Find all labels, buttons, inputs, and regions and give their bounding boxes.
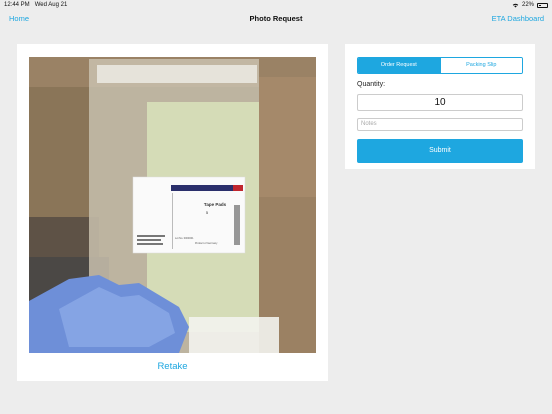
battery-icon (537, 2, 548, 8)
request-type-segmented-control: Order Request Packing Slip (357, 57, 523, 74)
photo-card: Tape Pads 5 Lot No. 0000001 Product of G… (17, 44, 328, 381)
page-title: Photo Request (249, 14, 303, 23)
wifi-icon (512, 3, 519, 7)
submit-button[interactable]: Submit (357, 139, 523, 163)
quantity-label: Quantity: (357, 81, 386, 88)
retake-button[interactable]: Retake (17, 361, 328, 372)
order-form-card: Order Request Packing Slip Quantity: 10 … (345, 44, 535, 169)
photo-image: Tape Pads 5 Lot No. 0000001 Product of G… (29, 57, 316, 353)
status-time: 12:44 PM Wed Aug 21 (4, 2, 68, 8)
eta-dashboard-link[interactable]: ETA Dashboard (492, 14, 544, 23)
tab-packing-slip[interactable]: Packing Slip (439, 58, 522, 73)
navigation-bar: Home Photo Request ETA Dashboard (0, 10, 552, 30)
notes-input[interactable]: Notes (357, 118, 523, 131)
photo-label-title: Tape Pads (204, 202, 227, 207)
status-right: 22% (512, 0, 548, 10)
photo-lot-text: Lot No. 0000001 (175, 237, 194, 240)
quantity-input[interactable]: 10 (357, 94, 523, 111)
tab-order-request[interactable]: Order Request (358, 58, 440, 73)
captured-photo: Tape Pads 5 Lot No. 0000001 Product of G… (29, 57, 316, 353)
photo-origin-text: Product of Germany (195, 242, 218, 245)
battery-percent: 22% (521, 2, 534, 8)
status-bar: 12:44 PM Wed Aug 21 22% (0, 0, 552, 10)
status-date: Wed Aug 21 (34, 2, 68, 8)
